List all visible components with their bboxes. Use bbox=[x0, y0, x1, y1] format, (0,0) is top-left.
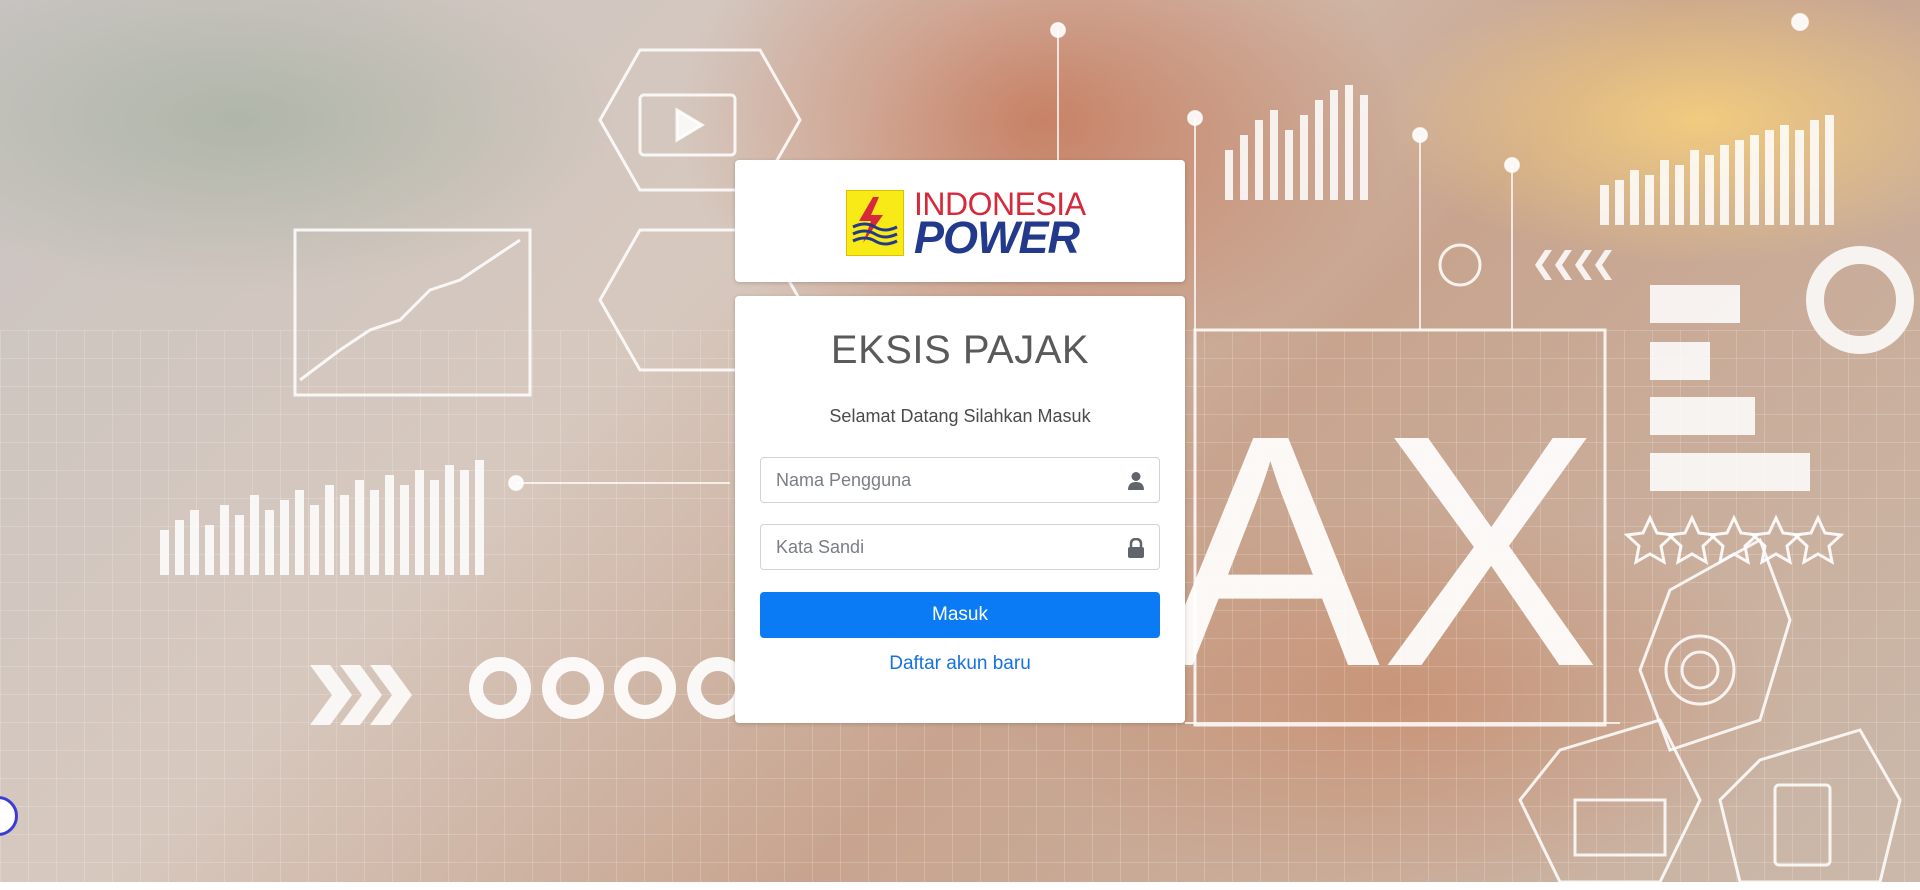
tablet-icon bbox=[1773, 783, 1832, 867]
tax-letters: AX bbox=[1160, 366, 1600, 735]
gear-icon bbox=[1438, 243, 1482, 287]
indonesia-power-logo: INDONESIA POWER bbox=[846, 186, 1086, 263]
login-card: EKSIS PAJAK Selamat Datang Silahkan Masu… bbox=[735, 296, 1185, 723]
password-field[interactable] bbox=[760, 524, 1160, 570]
target-hexagon bbox=[1638, 537, 1792, 752]
play-icon bbox=[675, 107, 705, 143]
welcome-text: Selamat Datang Silahkan Masuk bbox=[829, 406, 1091, 426]
donut-icon bbox=[1806, 246, 1914, 354]
tablet-hexagon bbox=[1718, 728, 1902, 882]
register-link[interactable]: Daftar akun baru bbox=[735, 653, 1185, 675]
logo-mark bbox=[846, 190, 904, 256]
logo-text-power: POWER bbox=[914, 212, 1080, 263]
username-field[interactable] bbox=[760, 457, 1160, 503]
page-title: EKSIS PAJAK bbox=[830, 328, 1090, 372]
donut-row bbox=[469, 657, 749, 719]
target-icon bbox=[1664, 634, 1736, 706]
username-input[interactable] bbox=[761, 458, 1116, 502]
star-rating-icons bbox=[1623, 514, 1845, 565]
lock-icon bbox=[1128, 538, 1144, 558]
login-button[interactable]: Masuk bbox=[760, 592, 1160, 638]
chart-line bbox=[299, 238, 521, 382]
user-icon bbox=[1128, 472, 1144, 490]
password-input[interactable] bbox=[761, 525, 1116, 569]
logo-card: INDONESIA POWER bbox=[735, 160, 1185, 282]
svg-text:AX: AX bbox=[1160, 366, 1600, 735]
chart-frame bbox=[293, 228, 532, 397]
mail-icon bbox=[1573, 798, 1667, 857]
